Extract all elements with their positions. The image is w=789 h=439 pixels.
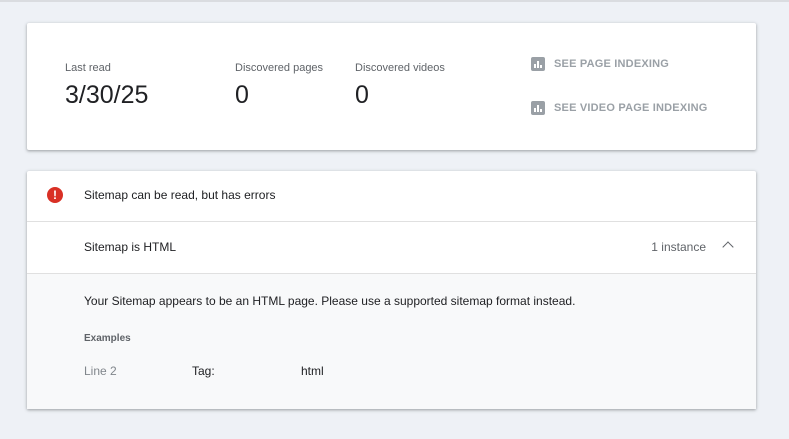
last-read-label: Last read xyxy=(65,62,111,74)
issue-description: Your Sitemap appears to be an HTML page.… xyxy=(84,294,576,308)
chevron-up-icon[interactable] xyxy=(722,241,734,253)
bar-chart-icon xyxy=(531,101,545,115)
discovered-pages-value: 0 xyxy=(235,81,249,109)
discovered-pages-stat: Discovered pages 0 xyxy=(235,62,323,110)
bar-chart-icon xyxy=(531,57,545,71)
discovered-videos-label: Discovered videos xyxy=(355,62,445,74)
sitemap-summary-card: Last read 3/30/25 Discovered pages 0 Dis… xyxy=(27,23,756,150)
sitemap-errors-card: ! Sitemap can be read, but has errors Si… xyxy=(27,171,756,409)
see-video-page-indexing-button[interactable]: SEE VIDEO PAGE INDEXING xyxy=(531,101,708,115)
discovered-videos-stat: Discovered videos 0 xyxy=(355,62,445,110)
last-read-value: 3/30/25 xyxy=(65,81,149,109)
discovered-videos-value: 0 xyxy=(355,81,369,109)
instance-count: 1 instance xyxy=(651,240,706,254)
example-tag-label: Tag: xyxy=(192,364,215,378)
status-row: ! Sitemap can be read, but has errors xyxy=(27,171,756,222)
issue-detail-panel: Your Sitemap appears to be an HTML page.… xyxy=(27,274,756,409)
see-page-indexing-button[interactable]: SEE PAGE INDEXING xyxy=(531,57,669,71)
last-read-stat: Last read 3/30/25 xyxy=(65,62,148,110)
example-line: Line 2 xyxy=(84,364,117,378)
discovered-pages-label: Discovered pages xyxy=(235,62,324,74)
error-icon: ! xyxy=(47,187,63,203)
issue-title: Sitemap is HTML xyxy=(84,240,177,254)
see-video-page-indexing-label: SEE VIDEO PAGE INDEXING xyxy=(554,102,708,114)
issue-row-sitemap-is-html[interactable]: Sitemap is HTML 1 instance xyxy=(27,222,756,274)
see-page-indexing-label: SEE PAGE INDEXING xyxy=(554,58,670,70)
status-text: Sitemap can be read, but has errors xyxy=(84,188,276,202)
top-divider xyxy=(0,0,789,2)
examples-label: Examples xyxy=(84,333,131,344)
example-tag-value: html xyxy=(301,364,324,378)
